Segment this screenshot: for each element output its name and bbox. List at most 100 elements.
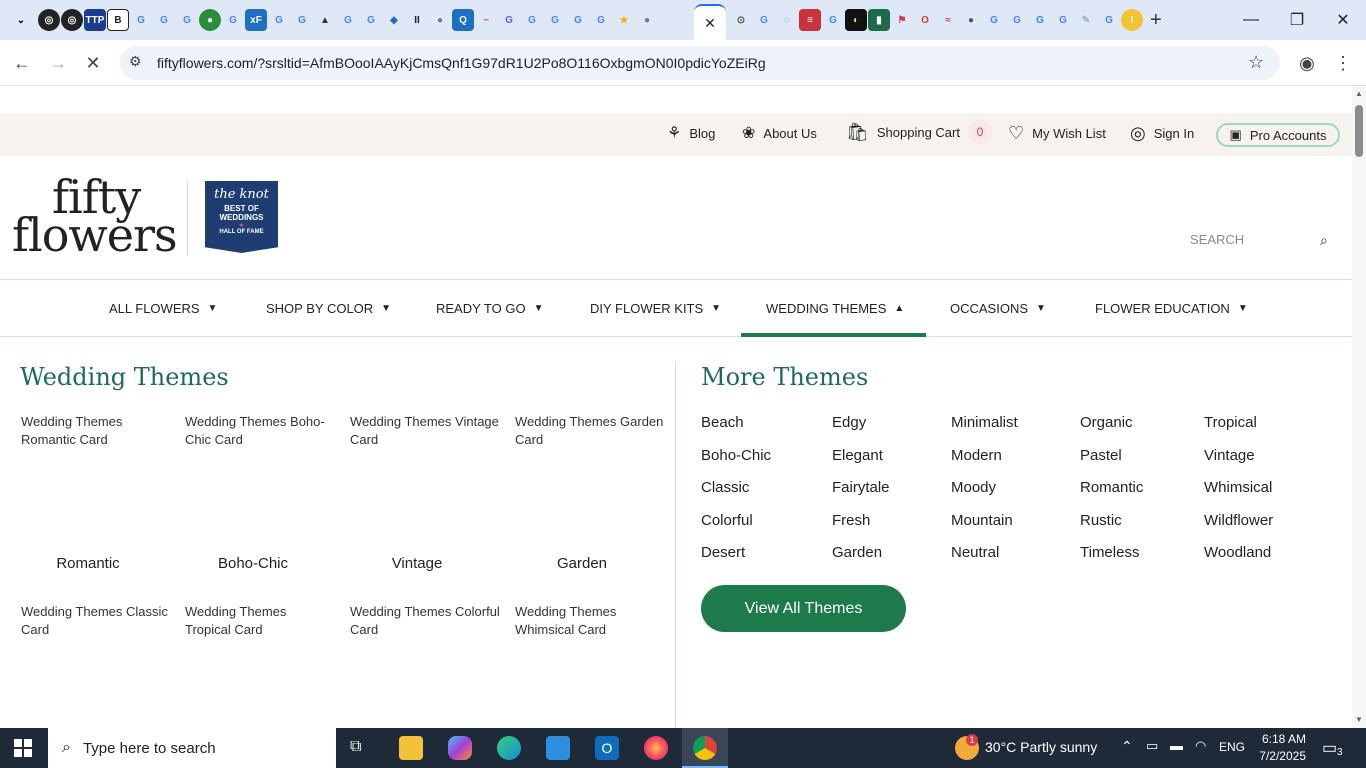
theme-link[interactable]: Boho-Chic [701,447,771,464]
tab-favicon[interactable]: ▮ [868,9,890,31]
menu-icon[interactable]: ⋮ [1328,48,1358,78]
tab-favicon[interactable]: ≡ [799,9,821,31]
search-icon[interactable]: ⌕ [1320,232,1328,249]
tab-favicon[interactable]: ◎ [38,9,60,31]
scroll-up-icon[interactable]: ▲ [1355,89,1363,98]
weather-text[interactable]: 30°C Partly sunny [985,739,1097,755]
close-window-icon[interactable]: ✕ [1320,0,1366,40]
theme-link[interactable]: Organic [1080,414,1133,431]
theme-link[interactable]: Minimalist [951,414,1018,431]
forward-icon[interactable]: → [43,48,73,78]
theme-link[interactable]: Modern [951,447,1002,464]
theme-link[interactable]: Romantic [1080,479,1143,496]
tab-favicon[interactable]: G [1006,9,1028,31]
theme-link[interactable]: Garden [832,544,882,561]
wishlist-link[interactable]: ♡ My Wish List [1008,123,1106,144]
nav-flower-education[interactable]: FLOWER EDUCATION ▼ [1095,301,1248,316]
scroll-down-icon[interactable]: ▼ [1355,715,1363,724]
blog-link[interactable]: ⚘ Blog [667,123,715,143]
tab-favicon[interactable]: ! [1121,9,1143,31]
card-image-alt[interactable]: Wedding Themes Classic Card [21,603,171,639]
bookmark-star-icon[interactable]: ☆ [1248,52,1264,73]
signin-link[interactable]: ◎ Sign In [1130,123,1194,144]
pro-accounts-button[interactable]: ▣ Pro Accounts [1216,123,1340,147]
tab-favicon[interactable]: G [130,9,152,31]
card-name-garden[interactable]: Garden [512,555,652,572]
chrome-taskbar-button[interactable] [682,728,728,768]
tab-favicon[interactable]: ◐ [845,9,867,31]
page-scrollbar[interactable]: ▲ ▼ [1352,87,1366,728]
tab-favicon[interactable]: ◎ [61,9,83,31]
tab-favicon[interactable]: ◆ [383,9,405,31]
theme-link[interactable]: Vintage [1204,447,1255,464]
theme-link[interactable]: Classic [701,479,749,496]
site-logo[interactable]: fifty flowers [12,174,178,258]
minimize-icon[interactable]: — [1228,0,1274,40]
card-image-alt[interactable]: Wedding Themes Whimsical Card [515,603,665,639]
theme-link[interactable]: Fresh [832,512,870,529]
site-info-icon[interactable]: ⚙ [129,53,142,70]
tab-favicon[interactable]: ● [199,9,221,31]
tab-favicon[interactable]: G [983,9,1005,31]
nav-ready-to-go[interactable]: READY TO GO ▼ [436,301,544,316]
tab-favicon[interactable]: G [1029,9,1051,31]
theme-link[interactable]: Desert [701,544,745,561]
tab-favicon[interactable]: ✎ [1075,9,1097,31]
tab-favicon[interactable]: G [176,9,198,31]
theme-link[interactable]: Tropical [1204,414,1257,431]
tab-favicon[interactable]: G [337,9,359,31]
tab-favicon[interactable]: ▲ [314,9,336,31]
theme-link[interactable]: Wildflower [1204,512,1273,529]
cart-link[interactable]: 🛍 Shopping Cart 0 [846,120,992,144]
tab-search-dropdown-icon[interactable]: ⌄ [10,9,32,31]
card-image-alt[interactable]: Wedding Themes Colorful Card [350,603,500,639]
tab-favicon[interactable]: ◌ [776,9,798,31]
active-tab[interactable]: ✕ [694,4,726,40]
card-name-vintage[interactable]: Vintage [347,555,487,572]
tab-favicon[interactable]: ● [636,9,658,31]
tab-favicon[interactable]: G [822,9,844,31]
card-image-alt[interactable]: Wedding Themes Vintage Card [350,413,500,449]
new-tab-icon[interactable]: + [1150,9,1162,32]
clock[interactable]: 6:18 AM 7/2/2025 [1258,732,1306,763]
tab-favicon[interactable]: G [1052,9,1074,31]
tab-favicon[interactable]: ★ [613,9,635,31]
stop-loading-icon[interactable]: ✕ [78,48,108,78]
scrollbar-thumb[interactable] [1355,105,1363,157]
show-hidden-icons-icon[interactable]: ⌃ [1121,738,1133,755]
theme-link[interactable]: Edgy [832,414,866,431]
nav-all-flowers[interactable]: ALL FLOWERS ▼ [109,301,217,316]
card-image-alt[interactable]: Wedding Themes Garden Card [515,413,665,449]
store-icon[interactable] [546,736,570,760]
taskbar-search[interactable]: ⌕ Type here to search [48,728,336,768]
notification-icon[interactable]: ▭ [1322,738,1337,758]
tab-favicon[interactable]: O [914,9,936,31]
tab-favicon[interactable]: ≈ [937,9,959,31]
tab-favicon[interactable]: G [590,9,612,31]
nav-wedding-themes[interactable]: WEDDING THEMES ▲ [766,301,904,316]
language-indicator[interactable]: ENG [1219,740,1245,754]
tab-favicon[interactable]: G [753,9,775,31]
theme-link[interactable]: Woodland [1204,544,1271,561]
view-all-themes-button[interactable]: View All Themes [701,585,906,632]
tab-favicon[interactable]: G [498,9,520,31]
nav-diy-flower-kits[interactable]: DIY FLOWER KITS ▼ [590,301,721,316]
file-explorer-icon[interactable] [399,736,423,760]
search-input[interactable]: SEARCH [1190,232,1244,247]
tab-favicon[interactable]: G [521,9,543,31]
tab-favicon[interactable]: G [268,9,290,31]
tab-favicon[interactable]: II [406,9,428,31]
theme-link[interactable]: Timeless [1080,544,1139,561]
theme-link[interactable]: Whimsical [1204,479,1272,496]
nav-occasions[interactable]: OCCASIONS ▼ [950,301,1046,316]
firefox-icon[interactable] [644,736,668,760]
tab-favicon[interactable]: ⚑ [891,9,913,31]
tab-favicon[interactable]: G [360,9,382,31]
tab-favicon[interactable]: ⊙ [730,9,752,31]
tab-close-icon[interactable]: ✕ [704,15,716,32]
wifi-icon[interactable]: ◠ [1195,738,1206,754]
tab-favicon[interactable]: G [1098,9,1120,31]
tab-favicon[interactable]: TTP [84,9,106,31]
tab-favicon[interactable]: G [291,9,313,31]
card-image-alt[interactable]: Wedding Themes Boho-Chic Card [185,413,335,449]
